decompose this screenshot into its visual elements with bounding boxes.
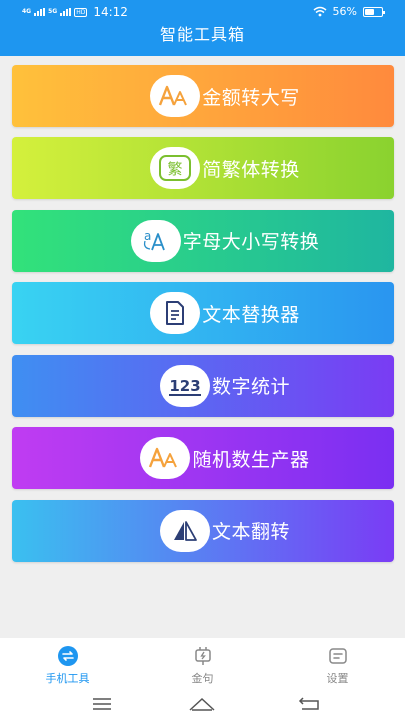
menu-button[interactable] <box>88 692 116 716</box>
letters-aa-icon <box>140 437 191 479</box>
tool-card-7[interactable]: 文本翻转 <box>12 499 394 562</box>
tool-label: 文本翻转 <box>211 521 290 543</box>
tool-card-content: 文本替换器 <box>150 292 300 334</box>
tool-card-content: 文本翻转 <box>159 509 290 552</box>
document-icon <box>150 292 201 334</box>
home-icon <box>189 697 215 711</box>
battery-percent: 56% <box>332 5 357 18</box>
svg-text:a: a <box>144 229 151 243</box>
network-5g-label: 5G <box>48 8 58 15</box>
tool-card-2[interactable]: 繁 简繁体转换 <box>12 137 394 199</box>
tool-card-6[interactable]: 随机数生产器 <box>12 427 394 489</box>
wifi-icon <box>313 6 327 17</box>
svg-text:繁: 繁 <box>168 160 183 178</box>
tool-label: 文本替换器 <box>202 303 300 326</box>
status-left: 4G 5G HD 14:12 <box>22 5 128 19</box>
tool-label: 字母大小写转换 <box>182 231 320 253</box>
tool-card-5[interactable]: 123 数字统计 <box>12 354 394 417</box>
app-header: 4G 5G HD 14:12 56% 智能工具箱 <box>0 0 405 56</box>
tool-card-content: a 字母大小写转换 <box>130 219 320 262</box>
tool-label: 简繁体转换 <box>202 158 300 181</box>
tab-label: 金句 <box>191 672 214 685</box>
menu-icon <box>93 698 111 710</box>
back-icon <box>298 697 319 710</box>
svg-text:123: 123 <box>169 377 200 395</box>
flip-triangle-icon <box>159 509 210 552</box>
tab-label: 设置 <box>326 672 349 685</box>
letters-aa-icon <box>150 75 201 117</box>
signal-icon <box>34 8 46 16</box>
battery-level <box>365 8 374 15</box>
bottom-tab-bar: 手机工具 金句 设置 <box>0 638 405 688</box>
tools-swap-icon <box>57 646 78 666</box>
back-button[interactable] <box>295 692 323 716</box>
number-123-icon: 123 <box>159 364 210 407</box>
tool-card-4[interactable]: 文本替换器 <box>12 282 394 344</box>
quote-plug-icon <box>194 647 211 665</box>
traditional-char-icon: 繁 <box>150 147 201 189</box>
home-button[interactable] <box>188 692 216 716</box>
battery-icon <box>363 6 385 17</box>
tool-label: 随机数生产器 <box>192 448 310 471</box>
tool-card-content: 金额转大写 <box>150 75 300 117</box>
network-4g-label: 4G <box>22 8 32 15</box>
tool-card-content: 繁 简繁体转换 <box>150 147 300 189</box>
signal-icon <box>60 8 72 16</box>
tab-settings[interactable]: 设置 <box>270 638 405 688</box>
case-convert-icon: a <box>130 219 181 262</box>
system-navigation-bar <box>0 688 405 720</box>
tool-card-3[interactable]: a 字母大小写转换 <box>12 209 394 272</box>
hd-badge: HD <box>74 7 88 17</box>
page-title: 智能工具箱 <box>159 25 245 44</box>
tool-list: 金额转大写繁 简繁体转换 a 字母大小写转换 文本替换器 123 数字统计随机数生产器 文本翻… <box>12 65 394 572</box>
tool-label: 金额转大写 <box>202 86 300 109</box>
tab-phone-tools[interactable]: 手机工具 <box>0 638 135 688</box>
tool-card-1[interactable]: 金额转大写 <box>12 65 394 127</box>
tool-label: 数字统计 <box>211 376 290 398</box>
tool-card-content: 随机数生产器 <box>140 437 309 479</box>
tab-quotes[interactable]: 金句 <box>135 638 270 688</box>
status-right: 56% <box>313 5 385 18</box>
settings-list-icon <box>328 648 347 664</box>
clock: 14:12 <box>93 5 128 19</box>
tab-label: 手机工具 <box>45 672 90 685</box>
tool-card-content: 123 数字统计 <box>159 364 290 407</box>
